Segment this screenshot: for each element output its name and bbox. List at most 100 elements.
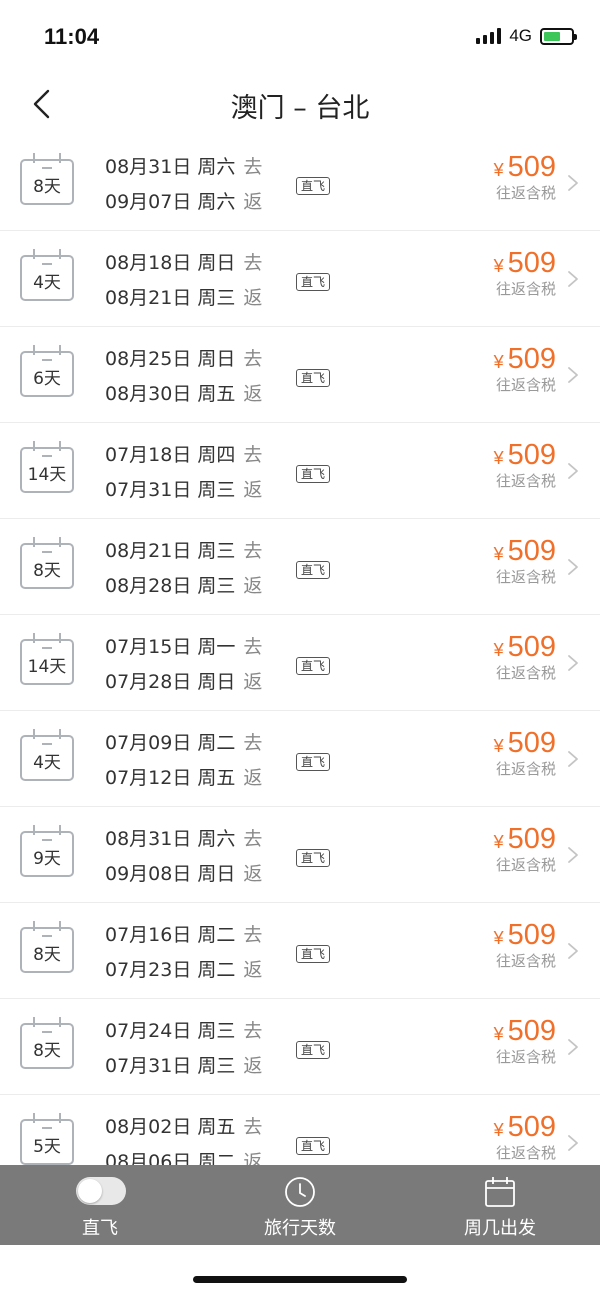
chevron-right-icon [568,847,578,863]
return-date: 09月07日 周六 [105,191,236,213]
depart-date: 07月16日 周二 [105,924,236,946]
currency-symbol: ¥ [493,1024,504,1044]
trip-days: 6天 [33,369,61,389]
return-date: 08月30日 周五 [105,383,236,405]
direct-flight-badge: 直飞 [296,465,331,483]
currency-symbol: ¥ [493,640,504,660]
calendar-icon: 5天 [20,1113,74,1165]
return-date: 09月08日 周日 [105,863,236,885]
depart-date: 07月09日 周二 [105,732,236,754]
return-date: 07月28日 周日 [105,671,236,693]
flight-row[interactable]: 14天 07月18日 周四去 07月31日 周三返 直飞 ¥509 往返含税 [0,423,600,519]
chevron-right-icon [568,1039,578,1055]
price-block: ¥509 往返含税 [494,631,556,683]
network-type: 4G [509,26,532,45]
trip-dates: 08月18日 周日去 08月21日 周三返 [105,246,262,316]
price-amount: 509 [507,1015,556,1047]
return-tag: 返 [243,1151,263,1165]
flight-row[interactable]: 5天 08月02日 周五去 08月06日 周二返 直飞 ¥509 往返含税 [0,1095,600,1165]
return-date: 07月12日 周五 [105,767,236,789]
price-note: 往返含税 [495,856,556,874]
flight-row[interactable]: 4天 07月09日 周二去 07月12日 周五返 直飞 ¥509 往返含税 [0,711,600,807]
return-line: 09月07日 周六返 [105,185,262,220]
calendar-icon: 8天 [20,153,74,205]
return-tag: 返 [243,479,263,501]
direct-flight-badge: 直飞 [296,657,331,675]
depart-tag: 去 [243,924,263,946]
price-note: 往返含税 [495,1048,556,1066]
currency-symbol: ¥ [493,1120,504,1140]
direct-flight-badge: 直飞 [296,1137,331,1155]
weekday-filter[interactable]: 周几出发 [400,1165,600,1245]
depart-date: 08月31日 周六 [105,156,236,178]
flight-row[interactable]: 8天 07月24日 周三去 07月31日 周三返 直飞 ¥509 往返含税 [0,999,600,1095]
calendar-icon: 8天 [20,1017,74,1069]
trip-days: 4天 [33,273,61,293]
depart-line: 08月18日 周日去 [105,246,262,281]
direct-flight-filter[interactable]: 直飞 [0,1165,200,1245]
direct-flight-toggle[interactable] [76,1177,126,1205]
trip-dates: 07月24日 周三去 07月31日 周三返 [105,1014,262,1084]
trip-days: 5天 [33,1137,61,1157]
return-date: 07月31日 周三 [105,479,236,501]
depart-tag: 去 [243,348,263,370]
flight-row[interactable]: 8天 08月31日 周六去 09月07日 周六返 直飞 ¥509 往返含税 [0,135,600,231]
price-amount: 509 [507,151,556,183]
calendar-tab-icon [485,1177,515,1207]
clock-icon [285,1177,315,1207]
price-block: ¥509 往返含税 [494,727,556,779]
flight-row[interactable]: 4天 08月18日 周日去 08月21日 周三返 直飞 ¥509 往返含税 [0,231,600,327]
return-line: 08月21日 周三返 [105,281,262,316]
price: ¥509 [494,247,556,280]
price-amount: 509 [507,343,556,375]
price-block: ¥509 往返含税 [494,823,556,875]
price-note: 往返含税 [495,664,556,682]
price: ¥509 [494,535,556,568]
status-bar: 11:04 4G [0,0,600,72]
flight-row[interactable]: 6天 08月25日 周日去 08月30日 周五返 直飞 ¥509 往返含税 [0,327,600,423]
trip-dates: 07月15日 周一去 07月28日 周日返 [105,630,262,700]
flight-row[interactable]: 14天 07月15日 周一去 07月28日 周日返 直飞 ¥509 往返含税 [0,615,600,711]
trip-dates: 08月31日 周六去 09月08日 周日返 [105,822,262,892]
price: ¥509 [494,1015,556,1048]
return-tag: 返 [243,959,263,981]
chevron-right-icon [568,751,578,767]
chevron-right-icon [568,655,578,671]
trip-dates: 07月16日 周二去 07月23日 周二返 [105,918,262,988]
price-amount: 509 [507,919,556,951]
flight-row[interactable]: 8天 07月16日 周二去 07月23日 周二返 直飞 ¥509 往返含税 [0,903,600,999]
direct-flight-badge: 直飞 [296,561,331,579]
price-note: 往返含税 [495,280,556,298]
price: ¥509 [494,343,556,376]
calendar-icon: 4天 [20,249,74,301]
direct-flight-badge: 直飞 [296,177,331,195]
duration-filter[interactable]: 旅行天数 [200,1165,400,1245]
chevron-right-icon [568,1135,578,1151]
flight-row[interactable]: 9天 08月31日 周六去 09月08日 周日返 直飞 ¥509 往返含税 [0,807,600,903]
direct-flight-badge: 直飞 [296,273,331,291]
return-date: 07月23日 周二 [105,959,236,981]
price-block: ¥509 往返含税 [494,151,556,203]
currency-symbol: ¥ [493,544,504,564]
depart-date: 08月18日 周日 [105,252,236,274]
direct-flight-badge: 直飞 [296,849,331,867]
trip-days: 8天 [33,177,61,197]
home-area [0,1245,600,1299]
home-indicator[interactable] [193,1276,407,1283]
price-block: ¥509 往返含税 [494,1015,556,1067]
depart-line: 08月31日 周六去 [105,150,262,185]
price: ¥509 [494,631,556,664]
currency-symbol: ¥ [493,928,504,948]
depart-line: 07月18日 周四去 [105,438,262,473]
currency-symbol: ¥ [493,832,504,852]
calendar-icon: 14天 [20,441,74,493]
return-date: 07月31日 周三 [105,1055,236,1077]
price-amount: 509 [507,535,556,567]
currency-symbol: ¥ [493,736,504,756]
flight-row[interactable]: 8天 08月21日 周三去 08月28日 周三返 直飞 ¥509 往返含税 [0,519,600,615]
price: ¥509 [494,919,556,952]
calendar-icon: 8天 [20,921,74,973]
price-note: 往返含税 [495,952,556,970]
depart-date: 07月18日 周四 [105,444,236,466]
currency-symbol: ¥ [493,352,504,372]
